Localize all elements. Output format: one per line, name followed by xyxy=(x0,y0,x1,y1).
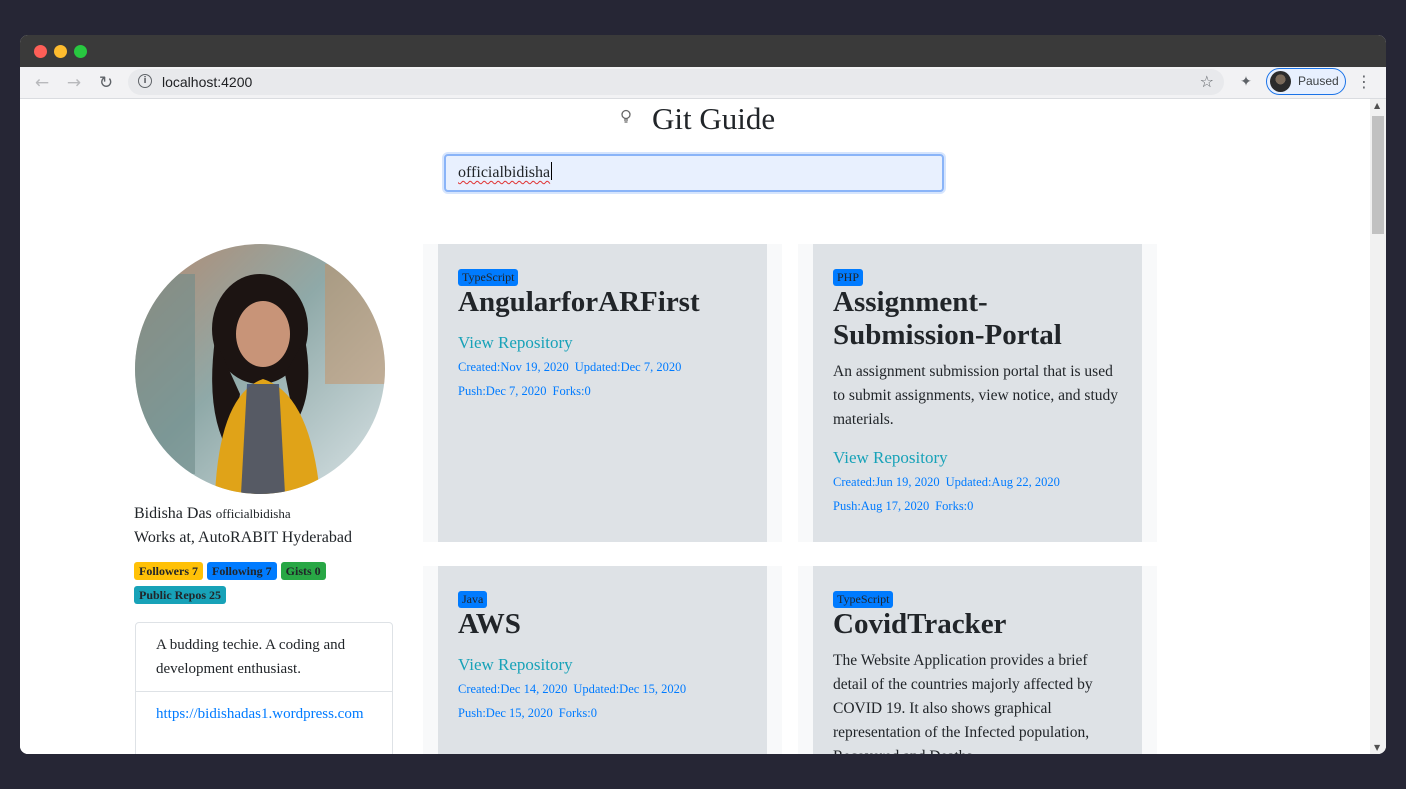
maximize-window-button[interactable] xyxy=(74,45,87,58)
forward-arrow-icon[interactable]: → xyxy=(62,71,86,95)
repo-card-body: TypeScript AngularforARFirst View Reposi… xyxy=(438,244,767,542)
repo-card: TypeScript CovidTracker The Website Appl… xyxy=(798,566,1157,754)
page-title: Git Guide xyxy=(652,101,776,136)
profile-avatar xyxy=(1270,71,1291,92)
repo-updated: Updated:Aug 22, 2020 xyxy=(945,475,1060,489)
full-name: Bidisha Das xyxy=(134,505,212,522)
lightbulb-icon xyxy=(620,109,634,127)
repo-language-badge: TypeScript xyxy=(833,591,894,608)
browser-window: ← → ↻ i localhost:4200 ☆ ✦ Paused ⋮ Git … xyxy=(20,35,1386,754)
repo-updated: Updated:Dec 7, 2020 xyxy=(574,360,682,374)
bookmark-star-icon[interactable]: ☆ xyxy=(1200,69,1214,95)
search-input-value[interactable]: officialbidisha xyxy=(458,164,550,181)
repo-card-body: TypeScript CovidTracker The Website Appl… xyxy=(813,566,1142,754)
close-window-button[interactable] xyxy=(34,45,47,58)
repo-language-badge: TypeScript xyxy=(458,269,519,286)
gists-badge: Gists 0 xyxy=(280,562,326,580)
repo-forks: Forks:0 xyxy=(935,499,974,513)
profile-name: Bidisha Das officialbidisha xyxy=(134,505,291,523)
repo-name: AngularforARFirst xyxy=(458,286,700,318)
browser-menu-icon[interactable]: ⋮ xyxy=(1354,71,1374,93)
profile-button[interactable]: Paused xyxy=(1266,68,1346,95)
view-repository-link[interactable]: View Repository xyxy=(833,448,1122,468)
repo-push: Push:Aug 17, 2020 xyxy=(833,499,930,513)
view-repository-link[interactable]: View Repository xyxy=(458,333,747,353)
back-arrow-icon[interactable]: ← xyxy=(30,71,54,95)
repo-description: The Website Application provides a brief… xyxy=(833,652,1093,754)
user-avatar xyxy=(135,244,385,494)
reload-icon[interactable]: ↻ xyxy=(94,71,118,95)
repo-card-body: PHP Assignment-Submission-Portal An assi… xyxy=(813,244,1142,542)
avatar-photo xyxy=(135,244,385,494)
page-scrollbar[interactable]: ▲ ▼ xyxy=(1370,99,1386,754)
username-search-input[interactable]: officialbidisha xyxy=(444,154,944,192)
repo-name: AWS xyxy=(458,608,521,640)
repo-meta: Created:Dec 14, 2020 Updated:Dec 15, 2020… xyxy=(458,677,747,725)
repo-language-badge: PHP xyxy=(833,269,864,286)
public-repos-badge: Public Repos 25 xyxy=(134,586,227,604)
repo-created: Created:Nov 19, 2020 xyxy=(458,360,569,374)
browser-toolbar: ← → ↻ i localhost:4200 ☆ ✦ Paused ⋮ xyxy=(20,67,1386,99)
site-info-icon[interactable]: i xyxy=(138,74,152,88)
repo-card-body: Java AWS View Repository Created:Dec 14,… xyxy=(438,566,767,754)
repo-updated: Updated:Dec 15, 2020 xyxy=(573,682,687,696)
view-repository-link[interactable]: View Repository xyxy=(458,655,747,675)
repo-card: TypeScript AngularforARFirst View Reposi… xyxy=(423,244,782,542)
repo-card: Java AWS View Repository Created:Dec 14,… xyxy=(423,566,782,754)
app-header: Git Guide xyxy=(20,99,1370,139)
repo-meta: Created:Jun 19, 2020 Updated:Aug 22, 2020… xyxy=(833,470,1122,518)
address-bar[interactable]: i localhost:4200 ☆ xyxy=(128,69,1224,95)
login-name: officialbidisha xyxy=(215,506,291,521)
profile-details-list: A budding techie. A coding and developme… xyxy=(135,622,393,754)
scroll-down-arrow-icon[interactable]: ▼ xyxy=(1374,743,1380,752)
extensions-puzzle-icon[interactable]: ✦ xyxy=(1236,71,1256,93)
repo-created: Created:Jun 19, 2020 xyxy=(833,475,940,489)
following-badge: Following 7 xyxy=(207,562,277,580)
repo-language-badge: Java xyxy=(458,591,488,608)
page-content: Git Guide officialbidisha Bidisha Das of… xyxy=(20,99,1370,754)
minimize-window-button[interactable] xyxy=(54,45,67,58)
profile-about: A budding techie. A coding and developme… xyxy=(136,623,392,692)
text-caret xyxy=(551,162,553,180)
repo-forks: Forks:0 xyxy=(552,384,591,398)
profile-status-label: Paused xyxy=(1298,74,1339,88)
repo-description: An assignment submission portal that is … xyxy=(833,363,1119,428)
profile-stats: Followers 7 Following 7 Gists 0 Public Repo… xyxy=(134,562,394,610)
followers-badge: Followers 7 xyxy=(134,562,203,580)
scrollbar-thumb[interactable] xyxy=(1372,116,1384,234)
scroll-up-arrow-icon[interactable]: ▲ xyxy=(1374,101,1380,110)
repo-forks: Forks:0 xyxy=(558,706,597,720)
profile-company: Works at, AutoRABIT Hyderabad xyxy=(134,529,352,546)
repo-name: Assignment-Submission-Portal xyxy=(833,286,1062,351)
repo-push: Push:Dec 7, 2020 xyxy=(458,384,547,398)
repo-name: CovidTracker xyxy=(833,608,1007,640)
lightbulb-svg xyxy=(621,109,631,123)
window-titlebar xyxy=(20,35,1386,67)
repo-meta: Created:Nov 19, 2020 Updated:Dec 7, 2020 P… xyxy=(458,355,747,403)
profile-website-link[interactable]: https://bidishadas1.wordpress.com xyxy=(136,692,392,736)
repo-created: Created:Dec 14, 2020 xyxy=(458,682,568,696)
repo-push: Push:Dec 15, 2020 xyxy=(458,706,553,720)
repo-card: PHP Assignment-Submission-Portal An assi… xyxy=(798,244,1157,542)
url-text[interactable]: localhost:4200 xyxy=(162,69,252,95)
